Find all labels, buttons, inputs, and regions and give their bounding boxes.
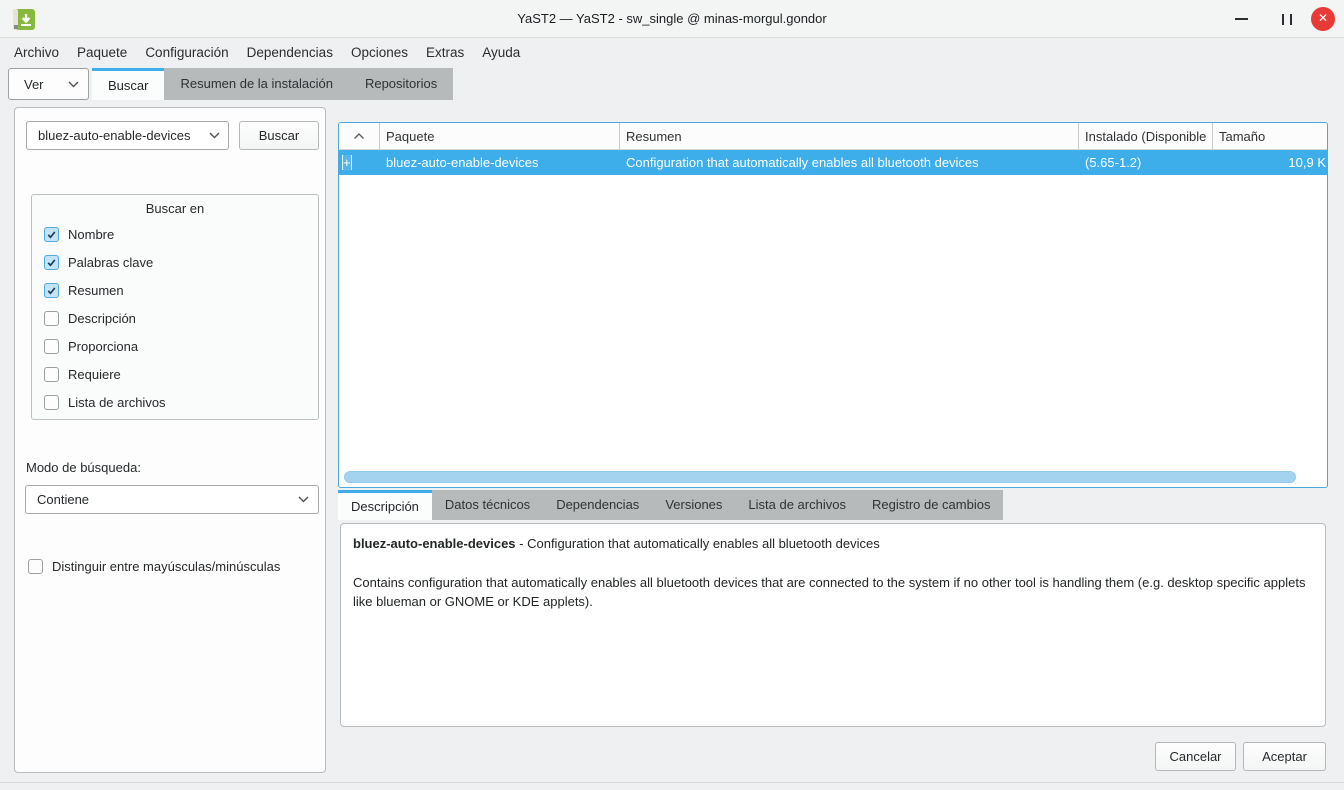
search-panel: bluez-auto-enable-devices Buscar Buscar …: [14, 107, 326, 773]
view-bar: Ver Buscar Resumen de la instalación Rep…: [0, 68, 1344, 100]
checkbox-label: Lista de archivos: [68, 395, 166, 410]
menubar: Archivo Paquete Configuración Dependenci…: [0, 39, 1344, 65]
search-mode-label: Modo de búsqueda:: [26, 460, 141, 475]
checkbox-row-lista-archivos[interactable]: Lista de archivos: [44, 394, 166, 410]
column-header-resumen[interactable]: Resumen: [620, 123, 1079, 149]
detail-tabstrip: Descripción Datos técnicos Dependencias …: [338, 490, 1003, 520]
table-row-selected[interactable]: + bluez-auto-enable-devices Configuratio…: [339, 150, 1327, 175]
search-in-title: Buscar en: [32, 195, 318, 216]
description-body: Contains configuration that automaticall…: [353, 573, 1313, 612]
view-dropdown-label: Ver: [24, 77, 44, 92]
search-term-value: bluez-auto-enable-devices: [38, 128, 190, 143]
package-cell: bluez-auto-enable-devices: [380, 155, 620, 170]
chevron-down-icon: [209, 132, 220, 139]
plus-icon[interactable]: +: [342, 155, 352, 170]
column-header-instalado[interactable]: Instalado (Disponible: [1079, 123, 1213, 149]
column-header-paquete[interactable]: Paquete: [380, 123, 620, 149]
checkbox-nombre[interactable]: [44, 227, 59, 242]
size-cell: 10,9 K: [1213, 155, 1327, 170]
main-tabstrip: Buscar Resumen de la instalación Reposit…: [92, 68, 453, 100]
menu-extras[interactable]: Extras: [417, 41, 473, 64]
checkbox-label: Nombre: [68, 227, 114, 242]
chevron-up-icon: [353, 132, 365, 140]
titlebar: YaST2 — YaST2 - sw_single @ minas-morgul…: [0, 0, 1344, 38]
description-summary: - Configuration that automatically enabl…: [516, 536, 880, 551]
status-cell: +: [339, 155, 380, 170]
checkbox-descripcion[interactable]: [44, 311, 59, 326]
menu-opciones[interactable]: Opciones: [342, 41, 417, 64]
tab-datos-tecnicos[interactable]: Datos técnicos: [432, 490, 543, 520]
menu-ayuda[interactable]: Ayuda: [473, 41, 529, 64]
checkbox-label: Proporciona: [68, 339, 138, 354]
search-mode-value: Contiene: [37, 492, 89, 507]
tab-descripcion[interactable]: Descripción: [338, 490, 432, 520]
tab-versiones[interactable]: Versiones: [652, 490, 735, 520]
tab-registro-cambios[interactable]: Registro de cambios: [859, 490, 1004, 520]
checkbox-row-proporciona[interactable]: Proporciona: [44, 338, 138, 354]
search-button[interactable]: Buscar: [239, 121, 319, 150]
checkbox-lista-archivos[interactable]: [44, 395, 59, 410]
maximize-icon[interactable]: [1282, 14, 1292, 25]
status-column-header[interactable]: [339, 123, 380, 149]
menu-configuracion[interactable]: Configuración: [136, 41, 237, 64]
search-term-combobox[interactable]: bluez-auto-enable-devices: [26, 121, 229, 150]
description-panel: bluez-auto-enable-devices - Configuratio…: [340, 523, 1326, 727]
minimize-icon[interactable]: [1235, 18, 1248, 20]
tab-buscar[interactable]: Buscar: [92, 68, 164, 100]
checkbox-palabras-clave[interactable]: [44, 255, 59, 270]
menu-paquete[interactable]: Paquete: [68, 41, 136, 64]
horizontal-scrollbar[interactable]: [344, 471, 1296, 483]
tab-lista-archivos[interactable]: Lista de archivos: [735, 490, 859, 520]
tab-dependencias[interactable]: Dependencias: [543, 490, 652, 520]
window-title: YaST2 — YaST2 - sw_single @ minas-morgul…: [0, 0, 1344, 38]
results-table: Paquete Resumen Instalado (Disponible Ta…: [338, 122, 1328, 488]
table-header: Paquete Resumen Instalado (Disponible Ta…: [339, 123, 1327, 150]
view-dropdown[interactable]: Ver: [8, 68, 89, 100]
close-icon[interactable]: ✕: [1311, 7, 1335, 31]
installed-cell: (5.65-1.2): [1079, 155, 1213, 170]
checkbox-requiere[interactable]: [44, 367, 59, 382]
tab-repositorios[interactable]: Repositorios: [349, 68, 453, 100]
accept-button[interactable]: Aceptar: [1243, 742, 1326, 771]
checkbox-case-sensitive[interactable]: [28, 559, 43, 574]
checkbox-label: Requiere: [68, 367, 121, 382]
case-sensitive-row[interactable]: Distinguir entre mayúsculas/minúsculas: [28, 558, 280, 574]
checkbox-row-palabras-clave[interactable]: Palabras clave: [44, 254, 153, 270]
checkbox-label: Resumen: [68, 283, 124, 298]
checkbox-label: Descripción: [68, 311, 136, 326]
chevron-down-icon: [298, 496, 309, 503]
tab-resumen-instalacion[interactable]: Resumen de la instalación: [164, 68, 348, 100]
checkbox-proporciona[interactable]: [44, 339, 59, 354]
cancel-button[interactable]: Cancelar: [1155, 742, 1236, 771]
summary-cell: Configuration that automatically enables…: [620, 155, 1079, 170]
checkbox-label: Distinguir entre mayúsculas/minúsculas: [52, 559, 280, 574]
bottom-divider: [0, 782, 1344, 783]
search-in-groupbox: Buscar en Nombre Palabras clave Resumen …: [31, 194, 319, 420]
checkbox-resumen[interactable]: [44, 283, 59, 298]
checkbox-row-descripcion[interactable]: Descripción: [44, 310, 136, 326]
menu-archivo[interactable]: Archivo: [5, 41, 68, 64]
description-package-name: bluez-auto-enable-devices: [353, 536, 516, 551]
checkbox-row-nombre[interactable]: Nombre: [44, 226, 114, 242]
description-heading: bluez-auto-enable-devices - Configuratio…: [353, 534, 1313, 554]
column-header-tamano[interactable]: Tamaño: [1213, 123, 1327, 149]
checkbox-row-resumen[interactable]: Resumen: [44, 282, 124, 298]
checkbox-row-requiere[interactable]: Requiere: [44, 366, 121, 382]
chevron-down-icon: [68, 81, 79, 88]
search-mode-dropdown[interactable]: Contiene: [25, 485, 319, 514]
menu-dependencias[interactable]: Dependencias: [238, 41, 342, 64]
checkbox-label: Palabras clave: [68, 255, 153, 270]
